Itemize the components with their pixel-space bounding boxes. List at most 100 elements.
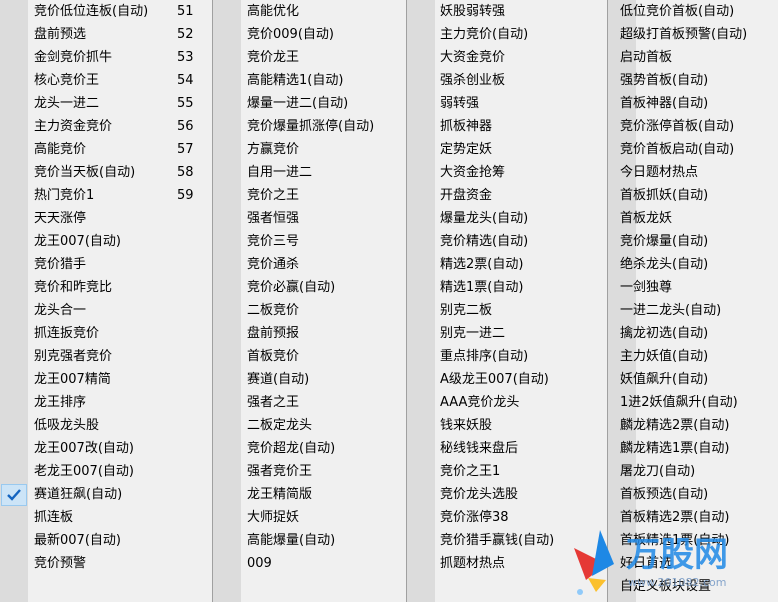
menu-item[interactable]: 竞价和昨竞比 — [0, 276, 212, 299]
menu-item[interactable]: 竞价之王 — [213, 184, 406, 207]
menu-item[interactable]: 首板抓妖(自动) — [608, 184, 778, 207]
menu-item[interactable]: 麟龙精选1票(自动) — [608, 437, 778, 460]
menu-item[interactable]: 竞价低位连板(自动) 51 — [0, 0, 212, 23]
menu-item[interactable]: 抓连扳竞价 — [0, 322, 212, 345]
menu-item[interactable]: 主力竞价(自动) — [407, 23, 607, 46]
menu-item[interactable]: 龙王排序 — [0, 391, 212, 414]
menu-item[interactable]: 别克二板 — [407, 299, 607, 322]
menu-item[interactable]: 首板神器(自动) — [608, 92, 778, 115]
menu-item[interactable]: 大师捉妖 — [213, 506, 406, 529]
menu-item[interactable]: 竞价首板启动(自动) — [608, 138, 778, 161]
menu-item[interactable]: 擒龙初选(自动) — [608, 322, 778, 345]
menu-item[interactable]: 竞价必赢(自动) — [213, 276, 406, 299]
menu-item[interactable]: 盘前预选 52 — [0, 23, 212, 46]
menu-item[interactable]: 大资金竞价 — [407, 46, 607, 69]
menu-item[interactable]: 抓板神器 — [407, 115, 607, 138]
menu-item[interactable]: 竞价爆量抓涨停(自动) — [213, 115, 406, 138]
menu-item[interactable]: 竞价预警 — [0, 552, 212, 575]
menu-item[interactable]: 二板定龙头 — [213, 414, 406, 437]
menu-item[interactable]: 竞价涨停首板(自动) — [608, 115, 778, 138]
menu-item[interactable]: 强势首板(自动) — [608, 69, 778, 92]
menu-item[interactable]: 钱来妖股 — [407, 414, 607, 437]
menu-item[interactable]: 二板竞价 — [213, 299, 406, 322]
menu-item[interactable]: 启动首板 — [608, 46, 778, 69]
menu-item[interactable]: 金剑竞价抓牛 53 — [0, 46, 212, 69]
menu-item[interactable]: 别克强者竞价 — [0, 345, 212, 368]
menu-item[interactable]: 竞价当天板(自动) 58 — [0, 161, 212, 184]
menu-item[interactable]: 竞价猎手赢钱(自动) — [407, 529, 607, 552]
menu-item[interactable]: A级龙王007(自动) — [407, 368, 607, 391]
menu-item[interactable]: 竞价通杀 — [213, 253, 406, 276]
menu-item[interactable]: 一进二龙头(自动) — [608, 299, 778, 322]
menu-item[interactable]: 强杀创业板 — [407, 69, 607, 92]
menu-item[interactable]: 开盘资金 — [407, 184, 607, 207]
menu-item[interactable]: 一剑独尊 — [608, 276, 778, 299]
menu-item[interactable]: 1进2妖值飙升(自动) — [608, 391, 778, 414]
menu-item[interactable]: 主力资金竞价 56 — [0, 115, 212, 138]
menu-item[interactable]: 抓题材热点 — [407, 552, 607, 575]
menu-item[interactable]: 竞价超龙(自动) — [213, 437, 406, 460]
menu-item[interactable]: 首板竞价 — [213, 345, 406, 368]
menu-item[interactable]: 高能爆量(自动) — [213, 529, 406, 552]
menu-item[interactable]: 高能优化 — [213, 0, 406, 23]
menu-item[interactable]: 重点排序(自动) — [407, 345, 607, 368]
menu-item[interactable]: 抓连板 — [0, 506, 212, 529]
menu-item[interactable]: 竞价涨停38 — [407, 506, 607, 529]
menu-item[interactable]: 高能精选1(自动) — [213, 69, 406, 92]
menu-item[interactable]: 竞价爆量(自动) — [608, 230, 778, 253]
menu-item[interactable]: 强者恒强 — [213, 207, 406, 230]
menu-item[interactable]: 龙王007精简 — [0, 368, 212, 391]
menu-item[interactable]: 自用一进二 — [213, 161, 406, 184]
menu-item[interactable]: 强者之王 — [213, 391, 406, 414]
menu-item[interactable]: AAA竞价龙头 — [407, 391, 607, 414]
menu-item[interactable]: 龙王007改(自动) — [0, 437, 212, 460]
menu-item[interactable]: 方赢竞价 — [213, 138, 406, 161]
menu-item[interactable]: 龙头一进二 55 — [0, 92, 212, 115]
menu-item[interactable]: 龙王007(自动) — [0, 230, 212, 253]
menu-item[interactable]: 首板精选1票(自动) — [608, 529, 778, 552]
menu-item[interactable]: 核心竞价王 54 — [0, 69, 212, 92]
menu-item[interactable]: 妖股弱转强 — [407, 0, 607, 23]
menu-item[interactable]: 竞价之王1 — [407, 460, 607, 483]
menu-item[interactable]: 弱转强 — [407, 92, 607, 115]
menu-item[interactable]: 赛道狂飙(自动) — [0, 483, 212, 506]
menu-item[interactable]: 首板精选2票(自动) — [608, 506, 778, 529]
menu-item[interactable]: 好日首选 — [608, 552, 778, 575]
menu-item[interactable]: 妖值飙升(自动) — [608, 368, 778, 391]
menu-item[interactable]: 009 — [213, 552, 406, 575]
menu-item[interactable]: 竞价猎手 — [0, 253, 212, 276]
menu-item[interactable]: 盘前预报 — [213, 322, 406, 345]
menu-item[interactable]: 低位竞价首板(自动) — [608, 0, 778, 23]
menu-item[interactable]: 首板龙妖 — [608, 207, 778, 230]
menu-item[interactable]: 高能竞价 57 — [0, 138, 212, 161]
menu-item[interactable]: 竞价精选(自动) — [407, 230, 607, 253]
menu-item[interactable]: 强者竞价王 — [213, 460, 406, 483]
menu-item[interactable]: 屠龙刀(自动) — [608, 460, 778, 483]
menu-item[interactable]: 首板预选(自动) — [608, 483, 778, 506]
menu-item[interactable]: 竞价龙头选股 — [407, 483, 607, 506]
menu-item[interactable]: 定势定妖 — [407, 138, 607, 161]
menu-item[interactable]: 秘线钱来盘后 — [407, 437, 607, 460]
menu-item[interactable]: 竞价009(自动) — [213, 23, 406, 46]
menu-item[interactable]: 绝杀龙头(自动) — [608, 253, 778, 276]
menu-item[interactable]: 热门竞价1 59 — [0, 184, 212, 207]
menu-item[interactable]: 爆量龙头(自动) — [407, 207, 607, 230]
menu-item[interactable]: 大资金抢筹 — [407, 161, 607, 184]
menu-item[interactable]: 自定义板块设置 — [608, 575, 778, 598]
menu-item[interactable]: 麟龙精选2票(自动) — [608, 414, 778, 437]
menu-item[interactable]: 爆量一进二(自动) — [213, 92, 406, 115]
menu-item[interactable]: 超级打首板预警(自动) — [608, 23, 778, 46]
menu-item[interactable]: 天天涨停 — [0, 207, 212, 230]
menu-item[interactable]: 主力妖值(自动) — [608, 345, 778, 368]
menu-item[interactable]: 精选2票(自动) — [407, 253, 607, 276]
menu-item[interactable]: 别克一进二 — [407, 322, 607, 345]
menu-item[interactable]: 最新007(自动) — [0, 529, 212, 552]
menu-item[interactable]: 竞价三号 — [213, 230, 406, 253]
menu-item[interactable]: 龙头合一 — [0, 299, 212, 322]
menu-item[interactable]: 赛道(自动) — [213, 368, 406, 391]
menu-item[interactable]: 龙王精简版 — [213, 483, 406, 506]
menu-item[interactable]: 今日题材热点 — [608, 161, 778, 184]
menu-item[interactable]: 低吸龙头股 — [0, 414, 212, 437]
menu-item[interactable]: 竞价龙王 — [213, 46, 406, 69]
menu-item[interactable]: 老龙王007(自动) — [0, 460, 212, 483]
